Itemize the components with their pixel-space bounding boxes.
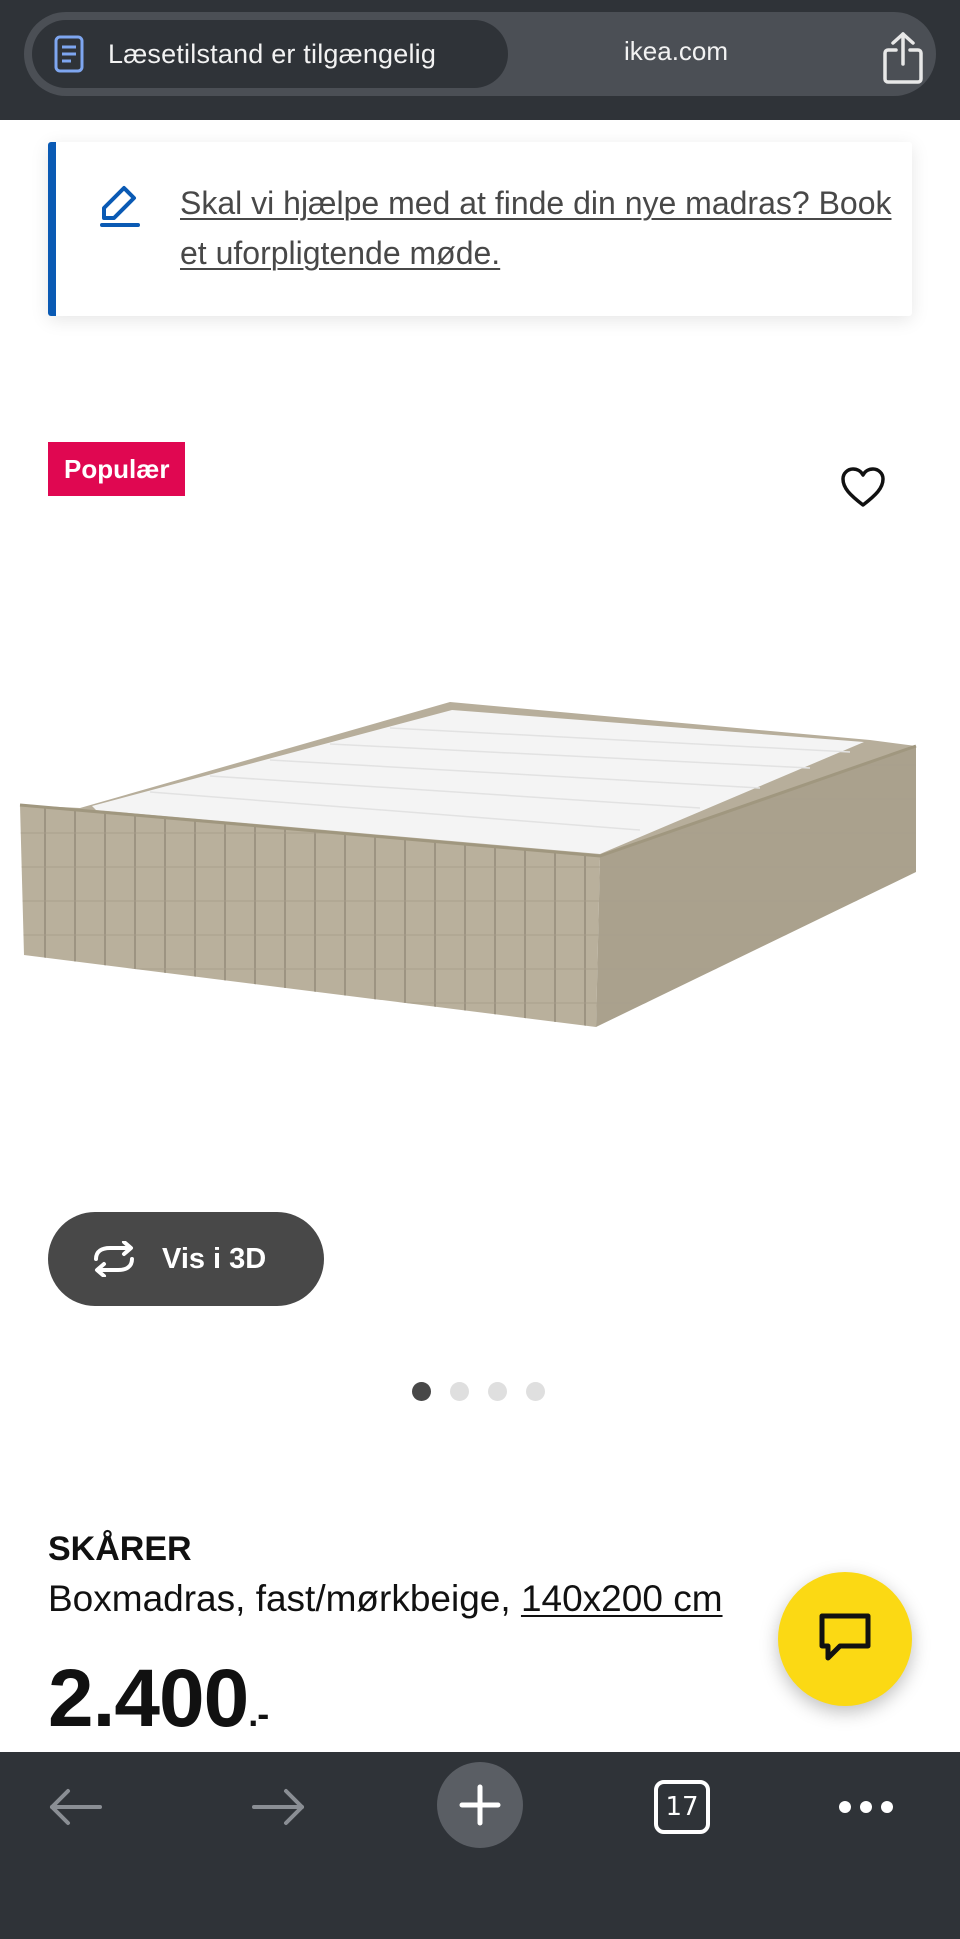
gallery-pagination [412,1382,545,1401]
product-name: SKÅRER [48,1530,192,1568]
gallery-dot[interactable] [526,1382,545,1401]
plus-icon[interactable] [437,1762,523,1848]
product-image[interactable] [0,680,960,1040]
chat-button[interactable] [778,1572,912,1706]
reader-mode-icon [52,34,86,74]
reader-mode-button[interactable]: Læsetilstand er tilgængelig [32,20,508,88]
product-size-link[interactable]: 140x200 cm [521,1578,723,1619]
gallery-dot[interactable] [412,1382,431,1401]
product-description-text: Boxmadras, fast/mørkbeige, [48,1578,521,1619]
arrow-left-icon[interactable] [44,1770,108,1844]
help-banner: Skal vi hjælpe med at finde din nye madr… [48,142,912,316]
pen-icon [98,182,144,228]
gallery-dot[interactable] [488,1382,507,1401]
browser-top-bar: Læsetilstand er tilgængelig ikea.com [0,0,960,120]
price-main: 2.400 [48,1653,249,1744]
product-description: Boxmadras, fast/mørkbeige, 140x200 cm [48,1578,723,1620]
address-bar[interactable]: Læsetilstand er tilgængelig ikea.com [24,12,936,96]
gallery-dot[interactable] [450,1382,469,1401]
chat-icon [818,1612,872,1667]
browser-bottom-toolbar: 17 [0,1752,960,1939]
more-dots-icon[interactable] [836,1770,896,1844]
view-in-3d-label: Vis i 3D [162,1242,267,1275]
view-in-3d-button[interactable]: Vis i 3D [48,1212,324,1306]
rotate-3d-icon [88,1240,140,1278]
tabs-button[interactable]: 17 [650,1770,714,1844]
tab-count: 17 [654,1780,710,1834]
price-suffix: .- [248,1693,269,1734]
heart-icon[interactable] [840,466,886,508]
page: Læsetilstand er tilgængelig ikea.com Ska… [0,0,960,1939]
url-domain[interactable]: ikea.com [624,36,728,67]
share-icon[interactable] [879,30,927,86]
product-price: 2.400.- [48,1652,269,1746]
reader-mode-label: Læsetilstand er tilgængelig [108,38,437,69]
popular-badge: Populær [48,442,186,496]
arrow-right-icon[interactable] [246,1770,310,1844]
book-meeting-link[interactable]: Skal vi hjælpe med at finde din nye madr… [180,178,900,278]
